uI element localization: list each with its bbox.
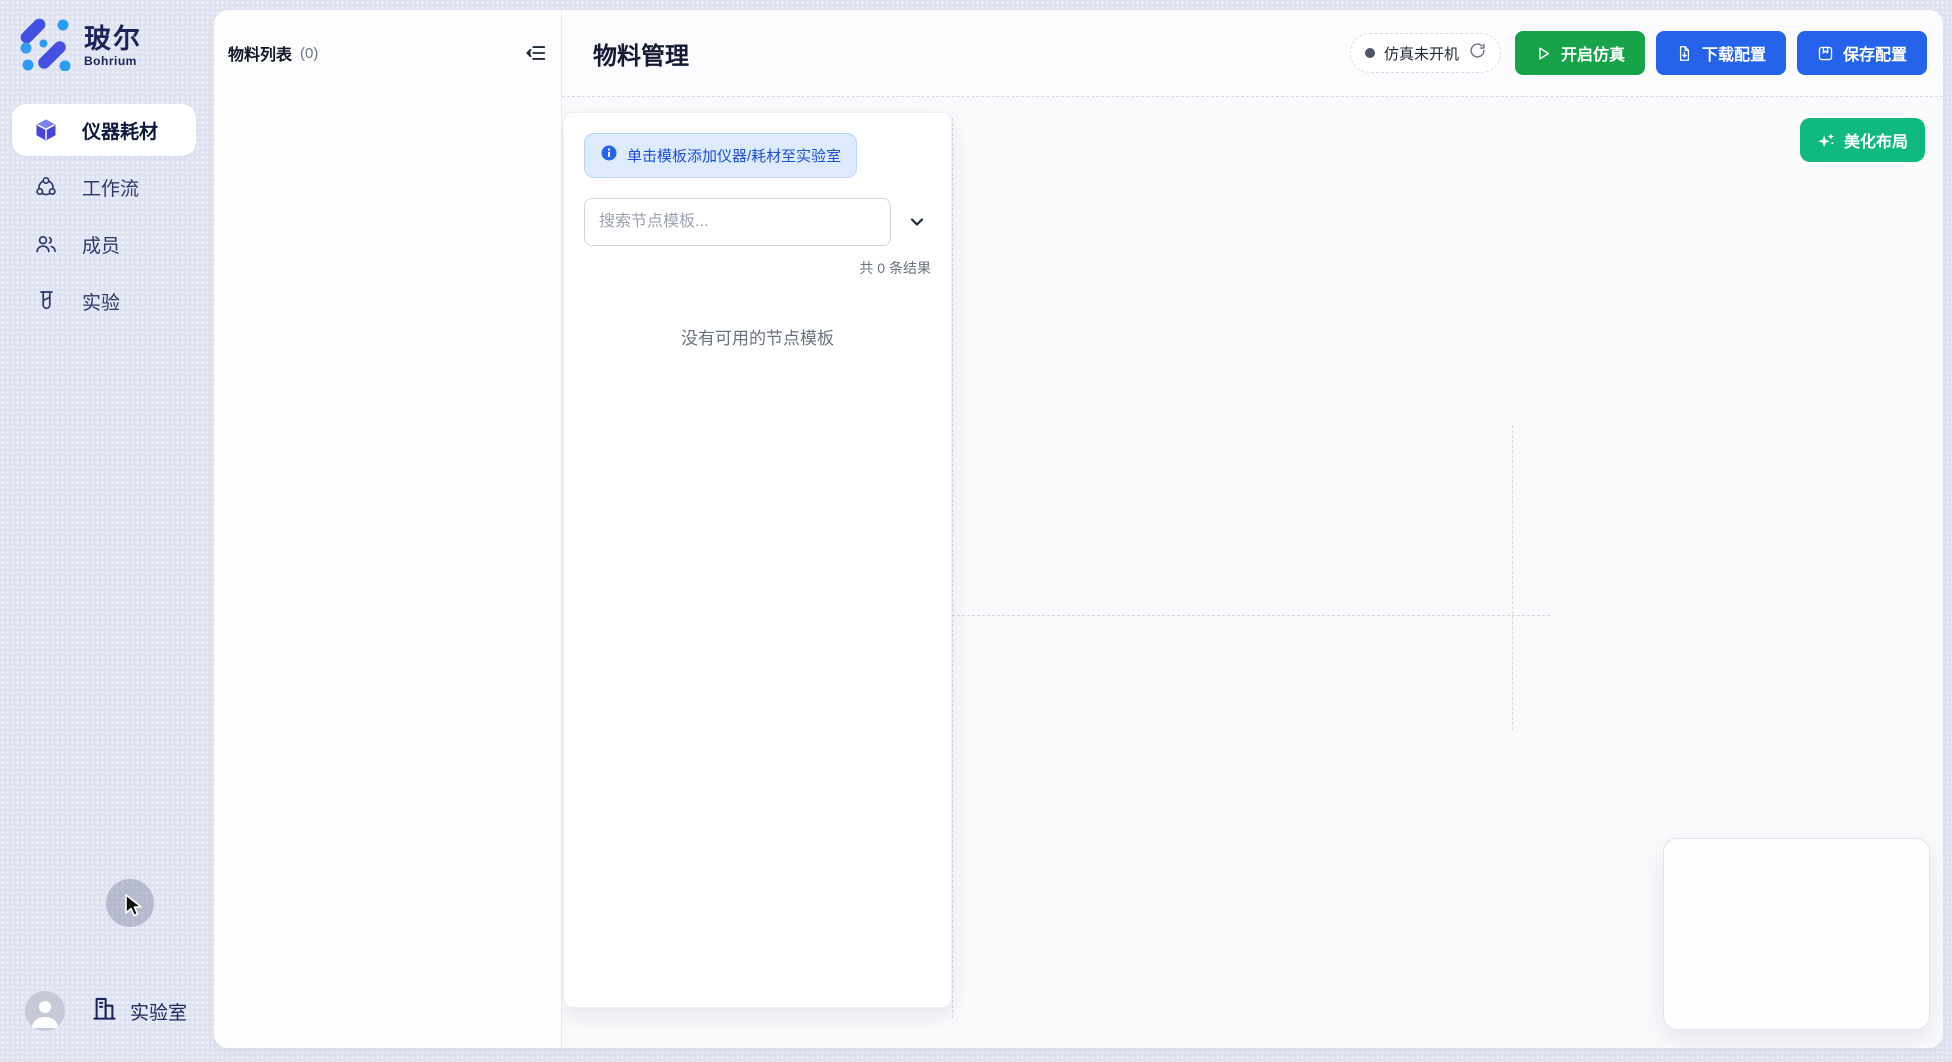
members-icon (34, 232, 58, 256)
canvas-minimap[interactable] (1663, 838, 1930, 1030)
beautify-layout-button[interactable]: 美化布局 (1800, 118, 1925, 162)
beautify-layout-label: 美化布局 (1844, 128, 1908, 152)
sidebar-item-label: 工作流 (82, 174, 139, 201)
sidebar-item-label: 仪器耗材 (82, 117, 158, 144)
lab-entry-label: 实验室 (130, 998, 187, 1025)
cube-icon (34, 118, 58, 142)
sidebar-item-experiment[interactable]: 实验 (0, 275, 215, 327)
brand-text: 玻尔 Bohrium (84, 24, 142, 68)
sparkles-icon (1817, 131, 1836, 150)
save-icon (1817, 45, 1834, 62)
brand-name: 玻尔 (84, 24, 142, 54)
brand-subtitle: Bohrium (84, 54, 142, 68)
main-header: 物料管理 仿真未开机 (562, 10, 1943, 97)
canvas-guide-vertical (952, 118, 953, 1018)
start-simulation-button[interactable]: 开启仿真 (1515, 31, 1645, 75)
sidebar-item-members[interactable]: 成员 (0, 218, 215, 270)
hint-banner-text: 单击模板添加仪器/耗材至实验室 (627, 145, 841, 166)
save-config-label: 保存配置 (1843, 41, 1907, 65)
template-search-input[interactable] (584, 198, 891, 246)
download-config-label: 下载配置 (1702, 41, 1766, 65)
sidebar-nav: 仪器耗材 工作流 成员 (0, 104, 215, 327)
file-download-icon (1676, 45, 1693, 62)
hint-banner: 单击模板添加仪器/耗材至实验室 (584, 133, 857, 178)
canvas-guide-horizontal (952, 615, 1550, 616)
template-search-row (584, 198, 931, 246)
mouse-cursor (122, 893, 148, 924)
sidebar-item-label: 实验 (82, 288, 120, 315)
lab-entry[interactable]: 实验室 (91, 995, 187, 1027)
page-title: 物料管理 (593, 36, 689, 71)
start-simulation-label: 开启仿真 (1561, 41, 1625, 65)
content-surface: 物料列表 (0) 物料管理 仿真未开机 (214, 10, 1943, 1048)
status-dot-icon (1365, 48, 1375, 58)
download-config-button[interactable]: 下载配置 (1656, 31, 1786, 75)
result-count: 共 0 条结果 (584, 258, 931, 278)
info-icon (600, 144, 618, 167)
sidebar-item-instruments[interactable]: 仪器耗材 (12, 104, 196, 156)
materials-list-title: 物料列表 (228, 41, 292, 65)
refresh-icon[interactable] (1469, 42, 1486, 64)
workflow-icon (34, 175, 58, 199)
sidebar-item-workflow[interactable]: 工作流 (0, 161, 215, 213)
simulation-status-pill: 仿真未开机 (1350, 33, 1501, 73)
main-region: 物料管理 仿真未开机 (562, 10, 1943, 1048)
building-icon (91, 995, 118, 1027)
materials-list-count: (0) (300, 45, 318, 62)
collapse-panel-button[interactable] (524, 41, 548, 65)
empty-templates-message: 没有可用的节点模板 (584, 324, 931, 349)
materials-list-header: 物料列表 (0) (214, 10, 561, 65)
sidebar-footer: 实验室 (25, 991, 187, 1031)
save-config-button[interactable]: 保存配置 (1797, 31, 1927, 75)
play-icon (1535, 45, 1552, 62)
bohrium-logo-icon (16, 15, 72, 76)
materials-list-panel: 物料列表 (0) (214, 10, 562, 1048)
brand-logo[interactable]: 玻尔 Bohrium (16, 15, 142, 76)
user-avatar[interactable] (25, 991, 65, 1031)
sidebar: 玻尔 Bohrium 仪器耗材 (0, 0, 215, 1062)
experiment-icon (34, 289, 58, 313)
sidebar-item-label: 成员 (82, 231, 120, 258)
chevron-down-icon[interactable] (903, 208, 931, 236)
header-actions: 仿真未开机 开启仿真 (1350, 31, 1927, 75)
template-panel: 单击模板添加仪器/耗材至实验室 共 0 条结果 没有可用的节点模板 (563, 112, 952, 1008)
simulation-status-label: 仿真未开机 (1384, 43, 1459, 64)
canvas-guide-vertical-2 (1512, 425, 1513, 730)
node-canvas[interactable]: 单击模板添加仪器/耗材至实验室 共 0 条结果 没有可用的节点模板 (562, 97, 1943, 1048)
